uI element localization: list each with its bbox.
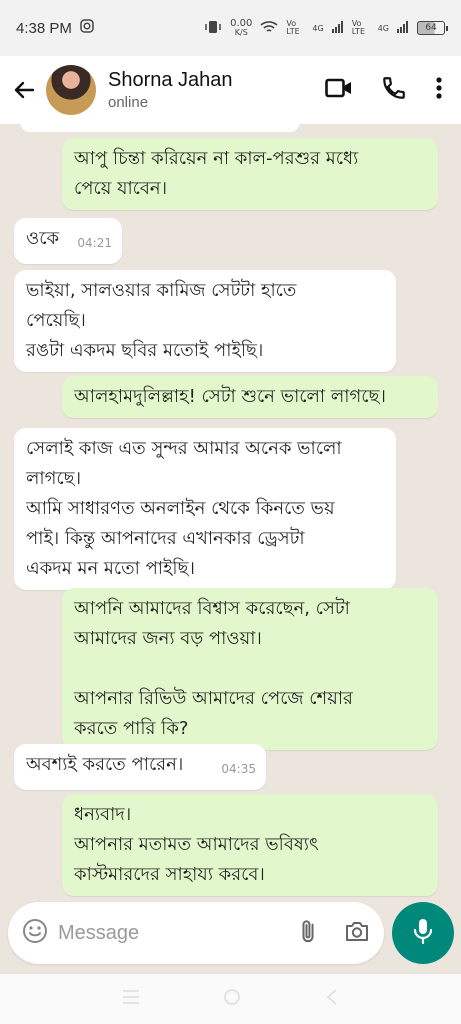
contact-info[interactable]: Shorna Jahan online (108, 69, 233, 111)
contact-status: online (108, 94, 149, 111)
message-composer[interactable]: Message (8, 902, 384, 964)
sim2-label: Vo LTE (351, 19, 365, 36)
video-call-icon[interactable] (325, 77, 353, 103)
message-incoming[interactable]: ভাইয়া, সালওয়ার কামিজ সেটটা হাতে পেয়েছ… (14, 270, 396, 372)
message-outgoing[interactable]: আপনি আমাদের বিশ্বাস করেছেন, সেটা আমাদের … (62, 588, 438, 750)
system-nav-bar (0, 974, 461, 1024)
instagram-icon (80, 19, 94, 37)
chat-area[interactable]: আপু চিন্তা করিয়েন না কাল-পরশুর মধ্যে পে… (0, 124, 461, 974)
message-outgoing[interactable]: ধন্যবাদ। আপনার মতামত আমাদের ভবিষ্যৎ কাস্… (62, 794, 438, 896)
message-outgoing[interactable]: আপু চিন্তা করিয়েন না কাল-পরশুর মধ্যে পে… (62, 138, 438, 210)
message-incoming[interactable]: ওকে 04:21 (14, 218, 122, 264)
mic-icon (412, 917, 434, 949)
sim1-label: Vo LTE (286, 19, 300, 36)
message-time: 04:35 (221, 762, 256, 776)
partially-visible-message (20, 124, 300, 132)
menu-nav-icon[interactable] (121, 989, 141, 1009)
wifi-icon (260, 20, 278, 36)
message-input[interactable]: Message (58, 922, 139, 945)
phone-call-icon[interactable] (381, 75, 407, 105)
status-bar: 4:38 PM 0.00 K/S Vo LTE 4G Vo LTE 4G 64 (0, 0, 461, 56)
mic-button[interactable] (392, 902, 454, 964)
message-incoming[interactable]: সেলাই কাজ এত সুন্দর আমার অনেক ভালো লাগছে… (14, 428, 396, 590)
signal-icon (397, 21, 409, 35)
chat-header: Shorna Jahan online (0, 56, 461, 124)
more-vert-icon[interactable] (435, 76, 443, 104)
vibrate-icon (204, 20, 222, 36)
network-speed: 0.00 K/S (230, 18, 253, 38)
home-nav-icon[interactable] (222, 987, 242, 1011)
back-nav-icon[interactable] (323, 988, 341, 1010)
paperclip-icon[interactable] (296, 918, 322, 948)
sim1-gen: 4G (312, 23, 324, 33)
sim2-gen: 4G (377, 23, 389, 33)
message-outgoing[interactable]: আলহামদুলিল্লাহ! সেটা শুনে ভালো লাগছে। (62, 376, 438, 418)
camera-icon[interactable] (344, 919, 370, 947)
message-incoming[interactable]: অবশ্যই করতে পারেন। 04:35 (14, 744, 266, 790)
arrow-back-icon[interactable] (10, 76, 38, 104)
signal-icon (331, 21, 344, 35)
status-time: 4:38 PM (16, 19, 72, 37)
emoji-icon[interactable] (22, 918, 48, 948)
avatar[interactable] (46, 65, 96, 115)
message-time: 04:21 (77, 236, 112, 250)
battery-indicator: 64 (417, 21, 448, 35)
contact-name: Shorna Jahan (108, 69, 233, 91)
